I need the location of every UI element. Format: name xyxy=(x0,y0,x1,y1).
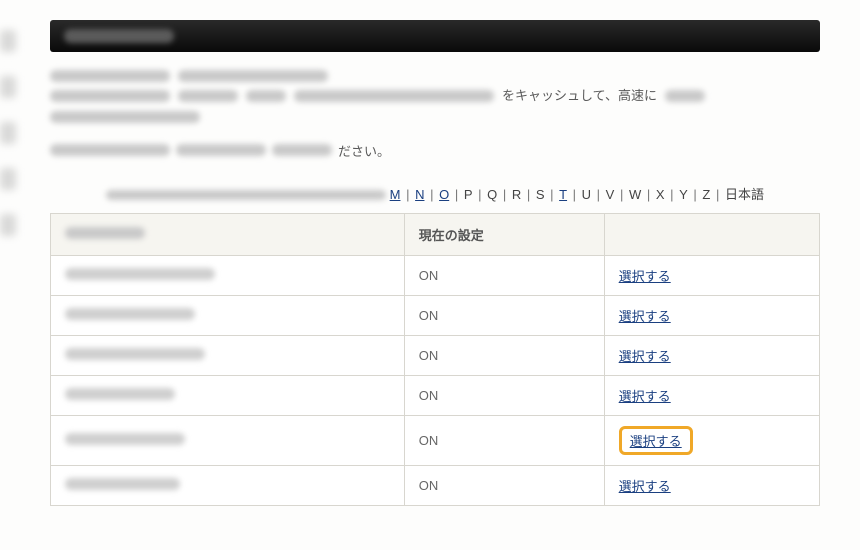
alpha-separator: | xyxy=(667,187,678,202)
status-cell: ON xyxy=(404,335,604,375)
domain-cell xyxy=(51,415,405,465)
domain-blurred xyxy=(65,388,175,400)
alpha-separator: | xyxy=(593,187,604,202)
description-area: をキャッシュして、高速に xyxy=(50,70,820,123)
alpha-item-R: R xyxy=(512,187,521,202)
instruction-line: ださい。 xyxy=(50,141,820,160)
status-cell: ON xyxy=(404,465,604,505)
instruction-end: ださい。 xyxy=(338,141,390,160)
action-cell: 選択する xyxy=(604,415,819,465)
alpha-separator: | xyxy=(690,187,701,202)
alpha-item-X: X xyxy=(656,187,665,202)
select-link[interactable]: 選択する xyxy=(619,479,671,494)
action-cell: 選択する xyxy=(604,255,819,295)
title-text-blurred xyxy=(64,29,174,43)
status-cell: ON xyxy=(404,255,604,295)
domain-cell xyxy=(51,255,405,295)
domain-blurred xyxy=(65,478,180,490)
header-domain xyxy=(51,213,405,255)
header-action xyxy=(604,213,819,255)
alpha-nav: M | N | O | P | Q | R | S | T | U | V | … xyxy=(50,180,820,207)
page-content: をキャッシュして、高速に ださい。 M | N | O | P | Q | R … xyxy=(0,0,860,526)
description-fragment: をキャッシュして、高速に xyxy=(502,84,657,109)
alpha-separator: | xyxy=(712,187,723,202)
alpha-separator: | xyxy=(402,187,413,202)
alpha-item-U: U xyxy=(582,187,591,202)
select-link[interactable]: 選択する xyxy=(619,269,671,284)
action-cell: 選択する xyxy=(604,375,819,415)
alpha-item-日本語: 日本語 xyxy=(725,187,764,202)
alpha-nav-blurred-prefix xyxy=(106,190,386,200)
table-header-row: 現在の設定 xyxy=(51,213,820,255)
domain-blurred xyxy=(65,308,195,320)
alpha-separator: | xyxy=(426,187,437,202)
domain-cell xyxy=(51,465,405,505)
alpha-item-M[interactable]: M xyxy=(390,187,401,202)
alpha-separator: | xyxy=(523,187,534,202)
action-cell: 選択する xyxy=(604,335,819,375)
alpha-separator: | xyxy=(547,187,558,202)
alpha-separator: | xyxy=(616,187,627,202)
table-row: ON 選択する xyxy=(51,255,820,295)
domain-blurred xyxy=(65,348,205,360)
alpha-item-Q: Q xyxy=(487,187,497,202)
alpha-separator: | xyxy=(643,187,654,202)
action-cell: 選択する xyxy=(604,295,819,335)
table-row: ON 選択する xyxy=(51,415,820,465)
alpha-item-W: W xyxy=(629,187,641,202)
domain-cell xyxy=(51,295,405,335)
alpha-separator: | xyxy=(569,187,580,202)
table-row: ON 選択する xyxy=(51,375,820,415)
table-row: ON 選択する xyxy=(51,335,820,375)
table-row: ON 選択する xyxy=(51,465,820,505)
title-bar xyxy=(50,20,820,52)
alpha-item-V: V xyxy=(606,187,615,202)
alpha-item-N[interactable]: N xyxy=(415,187,424,202)
alpha-separator: | xyxy=(499,187,510,202)
alpha-item-P: P xyxy=(464,187,473,202)
select-link[interactable]: 選択する xyxy=(619,309,671,324)
action-cell: 選択する xyxy=(604,465,819,505)
select-link[interactable]: 選択する xyxy=(619,426,693,455)
header-status: 現在の設定 xyxy=(404,213,604,255)
status-cell: ON xyxy=(404,295,604,335)
left-gutter xyxy=(0,0,22,550)
settings-table: 現在の設定 ON 選択する ON 選択する ON 選択する ON 選択する ON 選択する ON 選択… xyxy=(50,213,820,506)
domain-cell xyxy=(51,335,405,375)
alpha-separator: | xyxy=(474,187,485,202)
select-link[interactable]: 選択する xyxy=(619,389,671,404)
domain-cell xyxy=(51,375,405,415)
alpha-item-S: S xyxy=(536,187,545,202)
alpha-item-Z: Z xyxy=(702,187,710,202)
alpha-item-O[interactable]: O xyxy=(439,187,449,202)
domain-blurred xyxy=(65,268,215,280)
table-row: ON 選択する xyxy=(51,295,820,335)
status-cell: ON xyxy=(404,415,604,465)
alpha-separator: | xyxy=(451,187,462,202)
alpha-item-T[interactable]: T xyxy=(559,187,567,202)
domain-blurred xyxy=(65,433,185,445)
alpha-item-Y: Y xyxy=(679,187,688,202)
select-link[interactable]: 選択する xyxy=(619,349,671,364)
status-cell: ON xyxy=(404,375,604,415)
